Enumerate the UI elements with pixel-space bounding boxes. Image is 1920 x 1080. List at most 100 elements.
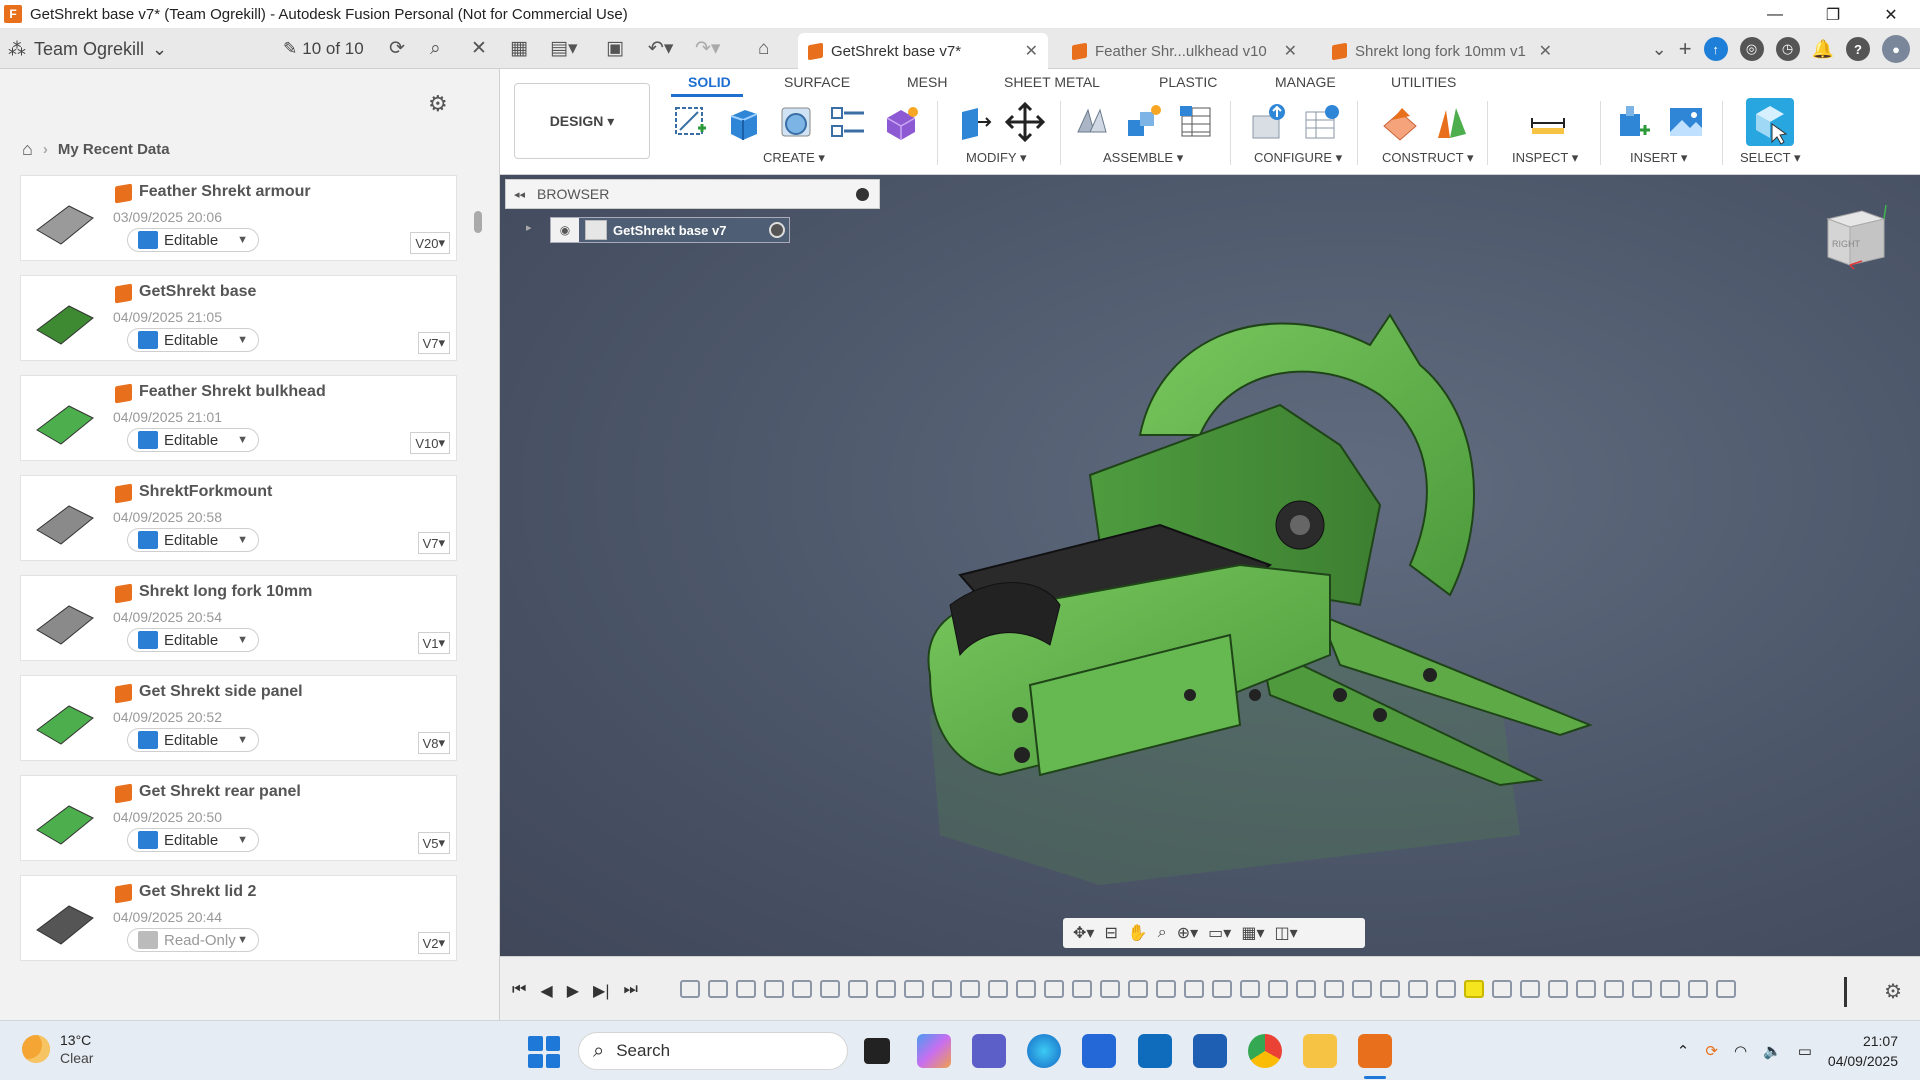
expand-tree-icon[interactable]: ▸ (526, 221, 532, 234)
restore-button[interactable]: ❐ (1804, 0, 1862, 29)
job-status-icon[interactable]: ◷ (1775, 37, 1800, 61)
tab-manage[interactable]: MANAGE (1275, 74, 1336, 90)
new-component-icon[interactable] (1124, 102, 1164, 142)
version-dropdown[interactable]: V10 ▾ (410, 432, 450, 454)
store-icon[interactable] (1082, 1034, 1116, 1068)
tab-sheet-metal[interactable]: SHEET METAL (1004, 74, 1100, 90)
group-modify[interactable]: MODIFY ▾ (966, 150, 1026, 166)
outlook-icon[interactable] (1138, 1034, 1172, 1068)
workspace-switcher[interactable]: DESIGN ▾ (514, 83, 650, 159)
new-tab-icon[interactable]: + (1679, 36, 1692, 62)
bill-of-materials-icon[interactable] (1176, 102, 1216, 142)
help-icon[interactable]: ? (1846, 37, 1870, 61)
notifications-icon[interactable]: 🔔 (1812, 39, 1834, 60)
tab-surface[interactable]: SURFACE (784, 74, 850, 90)
design-thumbnail[interactable] (29, 384, 101, 456)
home-icon[interactable]: ⌂ (22, 139, 33, 160)
battery-icon[interactable]: ▭ (1798, 1042, 1812, 1060)
timeline-feature-icon[interactable] (1044, 980, 1064, 998)
timeline-feature-icon[interactable] (960, 980, 980, 998)
joint-icon[interactable] (1072, 102, 1112, 142)
tab-overflow-icon[interactable]: ⌄ (1652, 39, 1667, 60)
edit-status-dropdown[interactable]: Editable ▼ (127, 528, 259, 552)
close-window-button[interactable]: ✕ (1862, 0, 1920, 29)
timeline-feature-icon[interactable] (1408, 980, 1428, 998)
timeline-feature-icon[interactable] (1492, 980, 1512, 998)
timeline-feature-icon[interactable] (1268, 980, 1288, 998)
offset-plane-icon[interactable] (1380, 102, 1420, 142)
teams-icon[interactable] (972, 1034, 1006, 1068)
timeline-feature-icon[interactable] (708, 980, 728, 998)
recent-design-card[interactable]: Get Shrekt lid 2 04/09/2025 20:44 Read-Onl… (20, 875, 457, 961)
3d-viewport[interactable]: ◂◂ BROWSER ▸ ◉ GetShrekt base v7 RIGHT ✥… (500, 175, 1920, 956)
timeline-feature-icon[interactable] (1128, 980, 1148, 998)
press-pull-icon[interactable] (952, 102, 992, 142)
design-thumbnail[interactable] (29, 284, 101, 356)
group-construct[interactable]: CONSTRUCT ▾ (1382, 150, 1474, 166)
close-tab-icon[interactable]: ✕ (1539, 41, 1552, 61)
chrome-icon[interactable] (1248, 1034, 1282, 1068)
team-selector[interactable]: ⁂ Team Ogrekill ⌄ (8, 37, 167, 61)
file-menu-icon[interactable]: ▤▾ (550, 37, 578, 61)
recent-design-card[interactable]: ShrektForkmount 04/09/2025 20:58 Editable ▼… (20, 475, 457, 561)
timeline-feature-icon[interactable] (904, 980, 924, 998)
group-configure[interactable]: CONFIGURE ▾ (1254, 150, 1342, 166)
edit-status-dropdown[interactable]: Editable ▼ (127, 828, 259, 852)
design-name[interactable]: Feather Shrekt armour (139, 183, 311, 201)
volume-icon[interactable]: 🔈 (1763, 1042, 1782, 1060)
version-dropdown[interactable]: V20 ▾ (410, 232, 450, 254)
3d-model-render[interactable] (800, 275, 1800, 895)
community-icon[interactable]: ◎ (1739, 37, 1764, 61)
play-icon[interactable]: ▶ (567, 981, 579, 1001)
pan-icon[interactable]: ✋ (1128, 923, 1148, 943)
browser-panel-header[interactable]: ◂◂ BROWSER (505, 179, 880, 209)
timeline-feature-icon[interactable] (1156, 980, 1176, 998)
version-dropdown[interactable]: V8 ▾ (417, 732, 450, 754)
gear-icon[interactable]: ⚙ (428, 91, 448, 117)
grid-settings-icon[interactable]: ▦▾ (1241, 923, 1264, 943)
group-select[interactable]: SELECT ▾ (1740, 150, 1800, 166)
timeline-feature-icon[interactable] (1688, 980, 1708, 998)
zoom-icon[interactable]: ⌕ (1158, 924, 1167, 942)
undo-icon[interactable]: ↶▾ (648, 37, 673, 61)
timeline-feature-icon[interactable] (1100, 980, 1120, 998)
group-assemble[interactable]: ASSEMBLE ▾ (1103, 150, 1183, 166)
recent-design-card[interactable]: Feather Shrekt armour 03/09/2025 20:06 Edi… (20, 175, 457, 261)
go-to-start-icon[interactable]: ⏮ (512, 981, 526, 1001)
tab-mesh[interactable]: MESH (907, 74, 947, 90)
recent-design-card[interactable]: Get Shrekt side panel 04/09/2025 20:52 Edi… (20, 675, 457, 761)
create-sketch-icon[interactable] (670, 102, 710, 142)
measure-icon[interactable] (1528, 102, 1568, 142)
edit-status-dropdown[interactable]: Editable ▼ (127, 628, 259, 652)
redo-icon[interactable]: ↷▾ (695, 37, 720, 61)
minimize-browser-icon[interactable] (856, 188, 869, 201)
collapse-panel-icon[interactable]: ◂◂ (514, 188, 525, 201)
design-name[interactable]: Shrekt long fork 10mm (139, 583, 312, 601)
weather-widget[interactable]: 13°C Clear (22, 1031, 93, 1067)
rectangular-pattern-icon[interactable] (828, 102, 868, 142)
user-avatar[interactable]: ● (1882, 35, 1910, 63)
design-thumbnail[interactable] (29, 884, 101, 956)
search-icon[interactable]: ⌕ (430, 37, 441, 61)
edit-status-dropdown[interactable]: Editable ▼ (127, 428, 259, 452)
design-name[interactable]: ShrektForkmount (139, 483, 272, 501)
view-cube[interactable]: RIGHT (1822, 205, 1890, 269)
display-settings-icon[interactable]: ▭▾ (1208, 923, 1231, 943)
timeline-feature-icon[interactable] (1352, 980, 1372, 998)
design-name[interactable]: Feather Shrekt bulkhead (139, 383, 326, 401)
recent-design-card[interactable]: Get Shrekt rear panel 04/09/2025 20:50 Edi… (20, 775, 457, 861)
design-thumbnail[interactable] (29, 584, 101, 656)
edit-status-dropdown[interactable]: Editable ▼ (127, 328, 259, 352)
look-at-icon[interactable]: ⊟ (1104, 923, 1117, 943)
fusion-taskbar-icon[interactable] (1358, 1034, 1392, 1068)
edge-icon[interactable] (1027, 1034, 1061, 1068)
midplane-icon[interactable] (1432, 102, 1472, 142)
visibility-eye-icon[interactable]: ◉ (551, 218, 579, 242)
extensions-icon[interactable]: ↑ (1703, 37, 1728, 61)
timeline-feature-icon[interactable] (1212, 980, 1232, 998)
fusion-sketch-app-icon[interactable] (1193, 1034, 1227, 1068)
group-insert[interactable]: INSERT ▾ (1630, 150, 1687, 166)
timeline-feature-icon[interactable] (988, 980, 1008, 998)
design-thumbnail[interactable] (29, 784, 101, 856)
configure-icon[interactable] (1249, 102, 1289, 142)
